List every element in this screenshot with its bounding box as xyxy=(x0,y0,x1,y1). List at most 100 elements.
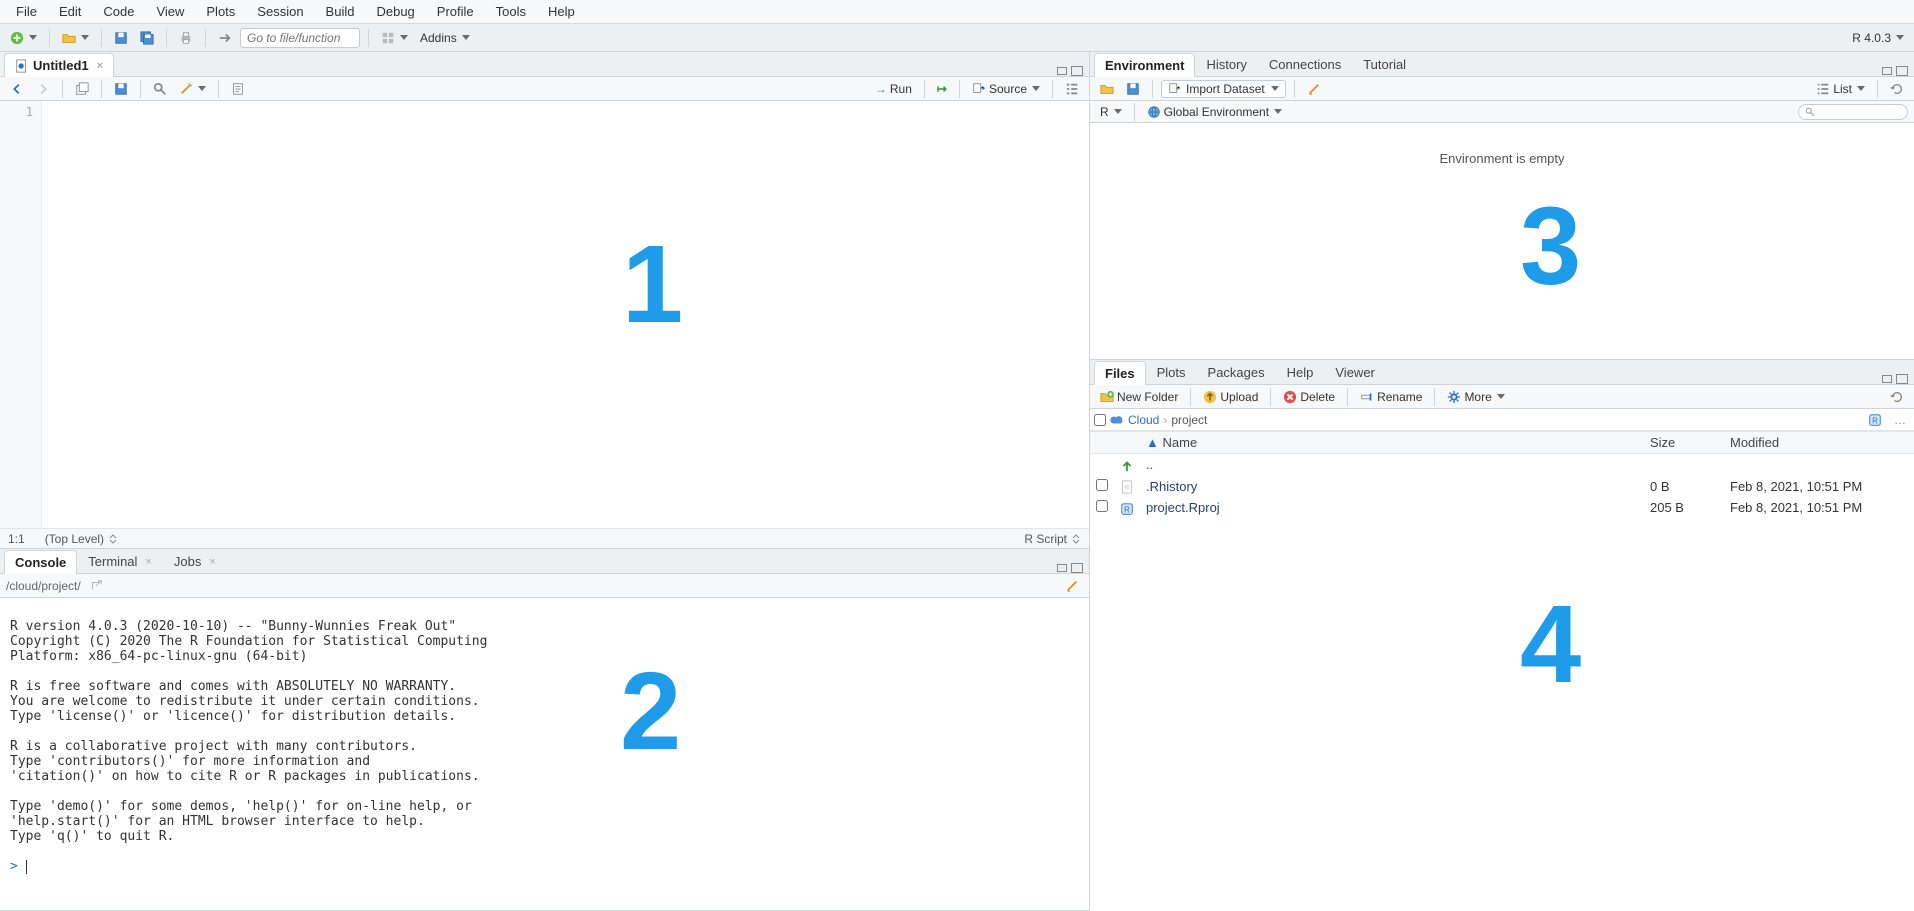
tab-history[interactable]: History xyxy=(1195,52,1257,76)
source-label: Source xyxy=(989,82,1027,96)
compile-report-button[interactable] xyxy=(227,80,249,98)
outline-button[interactable] xyxy=(1061,80,1083,98)
close-tab-icon[interactable]: × xyxy=(145,556,151,568)
refresh-files-button[interactable] xyxy=(1886,388,1908,406)
back-button[interactable] xyxy=(6,80,28,98)
crumb-project[interactable]: project xyxy=(1171,413,1207,427)
minimize-pane-icon[interactable] xyxy=(1882,67,1892,75)
save-button[interactable] xyxy=(110,29,132,47)
close-tab-icon[interactable]: × xyxy=(97,60,103,72)
source-button[interactable]: Source xyxy=(968,80,1044,98)
console-path-popup[interactable] xyxy=(85,577,107,595)
console-output[interactable]: R version 4.0.3 (2020-10-10) -- "Bunny-W… xyxy=(0,598,1089,910)
menu-debug[interactable]: Debug xyxy=(366,1,424,22)
save-all-button[interactable] xyxy=(136,29,158,47)
minimize-pane-icon[interactable] xyxy=(1057,67,1067,75)
tab-help[interactable]: Help xyxy=(1276,360,1325,384)
maximize-pane-icon[interactable] xyxy=(1896,374,1908,384)
menu-help[interactable]: Help xyxy=(538,1,585,22)
col-name[interactable]: ▲ Name xyxy=(1140,432,1644,454)
goto-button[interactable] xyxy=(214,29,236,47)
maximize-pane-icon[interactable] xyxy=(1071,66,1083,76)
code-tools-button[interactable] xyxy=(175,80,210,98)
editor-body[interactable]: 1 1 xyxy=(0,101,1089,528)
save-workspace-button[interactable] xyxy=(1122,80,1144,98)
col-size[interactable]: Size xyxy=(1644,432,1724,454)
new-folder-button[interactable]: New Folder xyxy=(1096,388,1182,406)
source-tab-untitled[interactable]: Untitled1 × xyxy=(4,53,114,77)
env-view-mode[interactable]: List xyxy=(1812,80,1869,98)
tab-environment[interactable]: Environment xyxy=(1094,53,1195,77)
tab-connections[interactable]: Connections xyxy=(1258,52,1352,76)
clear-env-button[interactable] xyxy=(1303,80,1325,98)
tab-files[interactable]: Files xyxy=(1094,361,1146,385)
file-checkbox[interactable] xyxy=(1096,479,1108,491)
cloud-icon xyxy=(1110,413,1124,427)
env-scope-selector[interactable]: Global Environment xyxy=(1143,103,1286,121)
tab-terminal[interactable]: Terminal× xyxy=(77,549,163,573)
tab-viewer[interactable]: Viewer xyxy=(1324,360,1386,384)
save-source-button[interactable] xyxy=(110,80,132,98)
refresh-env-button[interactable] xyxy=(1886,80,1908,98)
switch-to-project-button[interactable]: R xyxy=(1864,411,1886,429)
code-area[interactable]: 1 xyxy=(42,101,1089,528)
print-button[interactable] xyxy=(175,29,197,47)
close-tab-icon[interactable]: × xyxy=(209,556,215,568)
tab-packages[interactable]: Packages xyxy=(1197,360,1276,384)
menu-view[interactable]: View xyxy=(146,1,194,22)
menu-tools[interactable]: Tools xyxy=(486,1,536,22)
grid-button[interactable] xyxy=(377,29,412,47)
rename-button[interactable]: Rename xyxy=(1356,388,1426,406)
run-button[interactable]: → Run xyxy=(871,80,916,98)
menu-session[interactable]: Session xyxy=(247,1,313,22)
menu-plots[interactable]: Plots xyxy=(196,1,245,22)
source-statusbar: 1:1 (Top Level) R Script xyxy=(0,528,1089,548)
tab-plots[interactable]: Plots xyxy=(1146,360,1197,384)
files-up-label: .. xyxy=(1140,454,1644,476)
source-toolbar: → Run ↦ Source xyxy=(0,77,1089,101)
menu-code[interactable]: Code xyxy=(93,1,144,22)
file-name[interactable]: .Rhistory xyxy=(1140,476,1644,498)
menu-profile[interactable]: Profile xyxy=(427,1,484,22)
rerun-button[interactable]: ↦ xyxy=(933,80,951,98)
import-dataset-button[interactable]: Import Dataset xyxy=(1161,80,1286,98)
maximize-pane-icon[interactable] xyxy=(1896,66,1908,76)
file-checkbox[interactable] xyxy=(1096,500,1108,512)
clear-console-button[interactable] xyxy=(1061,577,1083,595)
env-search-input[interactable] xyxy=(1798,104,1908,120)
filetype-selector[interactable]: R Script xyxy=(1024,532,1081,546)
find-button[interactable] xyxy=(149,80,171,98)
menu-file[interactable]: File xyxy=(6,1,47,22)
minimize-pane-icon[interactable] xyxy=(1057,564,1067,572)
addins-button[interactable]: Addins xyxy=(416,29,474,47)
arrow-right-icon xyxy=(36,82,50,96)
maximize-pane-icon[interactable] xyxy=(1071,563,1083,573)
col-modified[interactable]: Modified xyxy=(1724,432,1914,454)
menu-build[interactable]: Build xyxy=(316,1,365,22)
menu-edit[interactable]: Edit xyxy=(49,1,91,22)
file-row[interactable]: .Rhistory 0 B Feb 8, 2021, 10:51 PM xyxy=(1090,476,1914,498)
tab-jobs[interactable]: Jobs× xyxy=(163,549,227,573)
files-more-button[interactable]: … xyxy=(1890,411,1910,429)
upload-button[interactable]: Upload xyxy=(1199,388,1262,406)
goto-file-input[interactable] xyxy=(240,28,360,48)
files-up-row[interactable]: .. xyxy=(1090,454,1914,476)
show-in-new-window-button[interactable] xyxy=(71,80,93,98)
env-language-selector[interactable]: R xyxy=(1096,103,1126,121)
file-name[interactable]: project.Rproj xyxy=(1140,497,1644,519)
crumb-cloud[interactable]: Cloud xyxy=(1128,413,1159,427)
r-version-selector[interactable]: R 4.0.3 xyxy=(1848,29,1908,47)
tab-tutorial[interactable]: Tutorial xyxy=(1352,52,1417,76)
refresh-icon xyxy=(1890,82,1904,96)
forward-button[interactable] xyxy=(32,80,54,98)
select-all-checkbox[interactable] xyxy=(1094,414,1106,426)
file-row[interactable]: R project.Rproj 205 B Feb 8, 2021, 10:51… xyxy=(1090,497,1914,519)
minimize-pane-icon[interactable] xyxy=(1882,375,1892,383)
scope-selector[interactable]: (Top Level) xyxy=(45,532,118,546)
tab-console[interactable]: Console xyxy=(4,550,77,574)
new-file-button[interactable] xyxy=(6,29,41,47)
more-button[interactable]: More xyxy=(1443,388,1508,406)
load-workspace-button[interactable] xyxy=(1096,80,1118,98)
open-project-button[interactable] xyxy=(58,29,93,47)
delete-button[interactable]: Delete xyxy=(1279,388,1339,406)
